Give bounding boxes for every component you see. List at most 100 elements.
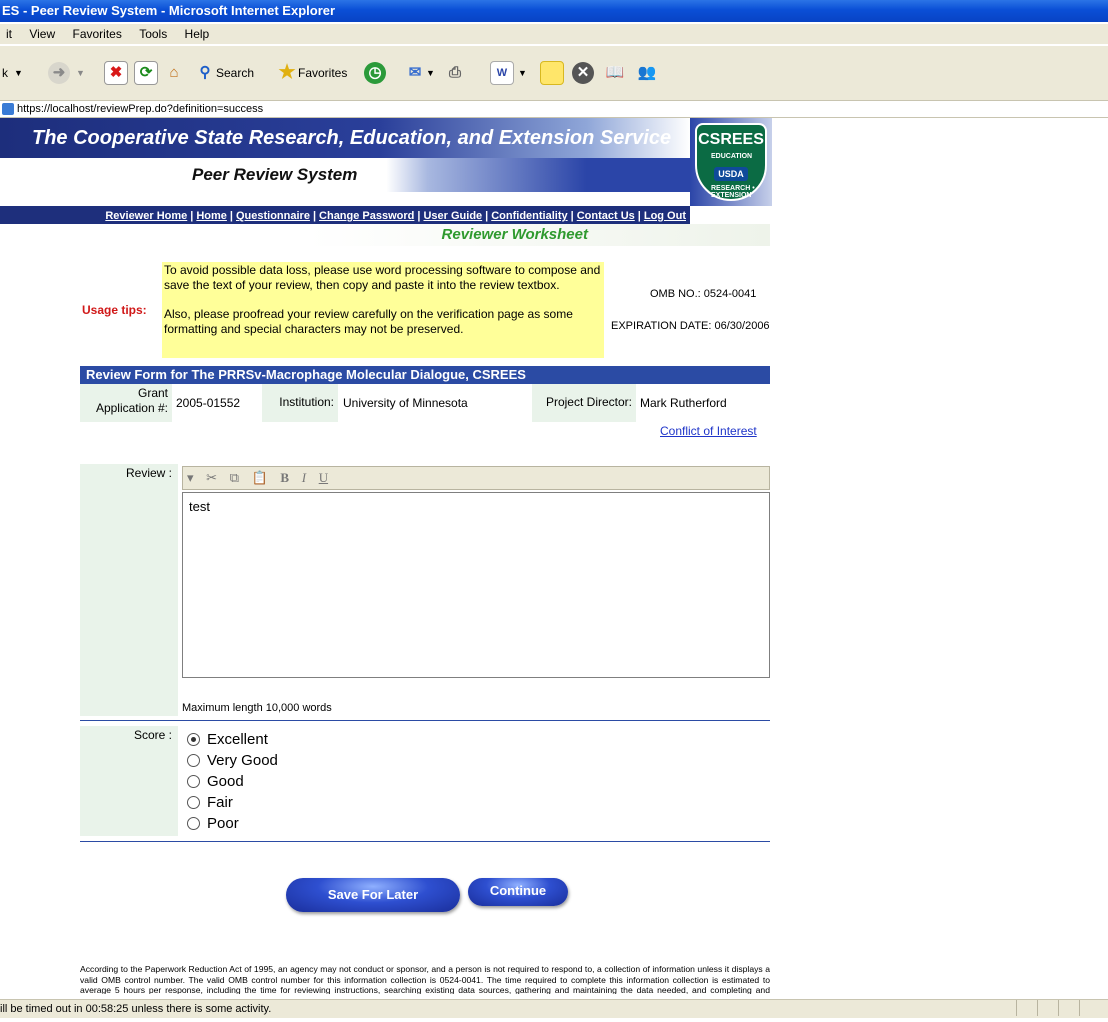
copy-icon[interactable]: ⧉ bbox=[230, 470, 239, 485]
print-button[interactable]: ⎙ bbox=[444, 60, 466, 86]
menu-edit[interactable]: it bbox=[6, 27, 12, 41]
research-button[interactable]: 📖 bbox=[604, 60, 626, 86]
status-panes bbox=[1016, 1000, 1108, 1018]
favorites-button[interactable]: ★ Favorites bbox=[276, 60, 347, 86]
menu-view[interactable]: View bbox=[29, 27, 55, 41]
mail-button[interactable]: ✉ ▼ bbox=[404, 60, 435, 86]
radio-button[interactable] bbox=[187, 775, 200, 788]
blocker-button[interactable]: ✕ bbox=[572, 60, 594, 86]
format-dropdown-icon[interactable]: ▾ bbox=[187, 470, 194, 485]
search-label: Search bbox=[216, 66, 255, 80]
nav-separator: | bbox=[570, 210, 574, 222]
messenger-icon: 👥 bbox=[637, 64, 657, 81]
grant-value: 2005-01552 bbox=[176, 396, 241, 410]
stop-icon: ✖ bbox=[104, 61, 128, 85]
divider bbox=[80, 720, 770, 721]
edit-button[interactable]: W ▼ bbox=[490, 60, 527, 86]
chevron-down-icon: ▼ bbox=[426, 68, 435, 78]
review-textarea[interactable]: test bbox=[182, 492, 770, 678]
notes-button[interactable] bbox=[540, 60, 564, 86]
page-title: Reviewer Worksheet bbox=[441, 226, 588, 243]
score-option-fair[interactable]: Fair bbox=[187, 792, 233, 813]
nav-reviewer-home[interactable]: Reviewer Home bbox=[105, 210, 187, 222]
score-option-label: Poor bbox=[207, 815, 239, 832]
usage-tip-1: To avoid possible data loss, please use … bbox=[164, 263, 601, 292]
project-director-label: Project Director: bbox=[532, 384, 636, 422]
institution-value: University of Minnesota bbox=[343, 396, 468, 410]
menu-bar: it View Favorites Tools Help bbox=[0, 24, 1108, 44]
bold-icon[interactable]: B bbox=[280, 470, 289, 485]
page-title-bar: Reviewer Worksheet bbox=[0, 224, 770, 246]
history-button[interactable]: ◷ bbox=[364, 60, 386, 86]
review-label: Review : bbox=[80, 464, 178, 716]
block-icon: ✕ bbox=[572, 62, 594, 84]
paste-icon[interactable]: 📋 bbox=[252, 470, 268, 485]
project-director-value: Mark Rutherford bbox=[640, 396, 727, 410]
history-icon: ◷ bbox=[364, 62, 386, 84]
radio-button[interactable] bbox=[187, 817, 200, 830]
word-icon: W bbox=[490, 61, 514, 85]
usage-tip-2: Also, please proofread your review caref… bbox=[164, 307, 573, 336]
chevron-down-icon: ▼ bbox=[14, 68, 23, 78]
omb-number: OMB NO.: 0524-0041 bbox=[650, 288, 757, 300]
score-option-excellent[interactable]: Excellent bbox=[187, 729, 268, 750]
home-button[interactable]: ⌂ bbox=[163, 60, 185, 86]
address-bar[interactable]: https://localhost/reviewPrep.do?definiti… bbox=[0, 101, 1108, 118]
continue-button[interactable]: Continue bbox=[468, 878, 568, 906]
radio-button[interactable] bbox=[187, 733, 200, 746]
menu-tools[interactable]: Tools bbox=[139, 27, 167, 41]
nav-change-password[interactable]: Change Password bbox=[319, 210, 414, 222]
usage-tips-label: Usage tips: bbox=[82, 303, 147, 317]
radio-button[interactable] bbox=[187, 754, 200, 767]
page-icon bbox=[2, 103, 14, 115]
score-option-good[interactable]: Good bbox=[187, 771, 244, 792]
star-icon: ★ bbox=[278, 62, 296, 83]
status-bar: ill be timed out in 00:58:25 unless ther… bbox=[0, 999, 1108, 1018]
nav-separator: | bbox=[229, 210, 233, 222]
score-option-label: Excellent bbox=[207, 731, 268, 748]
refresh-button[interactable]: ⟳ bbox=[134, 60, 158, 86]
address-url[interactable]: https://localhost/reviewPrep.do?definiti… bbox=[17, 103, 263, 115]
conflict-of-interest-link[interactable]: Conflict of Interest bbox=[660, 424, 757, 438]
institution-label: Institution: bbox=[262, 384, 338, 422]
system-banner: Peer Review System bbox=[0, 158, 690, 192]
nav-questionnaire[interactable]: Questionnaire bbox=[236, 210, 310, 222]
usage-tips-box: To avoid possible data loss, please use … bbox=[162, 262, 604, 358]
menu-favorites[interactable]: Favorites bbox=[72, 27, 121, 41]
save-for-later-button[interactable]: Save For Later bbox=[286, 878, 460, 912]
status-text: ill be timed out in 00:58:25 unless ther… bbox=[0, 1003, 272, 1015]
nav-contact-us[interactable]: Contact Us bbox=[577, 210, 635, 222]
score-option-very-good[interactable]: Very Good bbox=[187, 750, 278, 771]
logo-ring-top: EDUCATION bbox=[711, 153, 753, 160]
nav-separator: | bbox=[190, 210, 194, 222]
back-label: k bbox=[2, 66, 8, 80]
menu-help[interactable]: Help bbox=[185, 27, 210, 41]
grant-label: Grant Application #: bbox=[80, 384, 172, 422]
score-label: Score : bbox=[80, 726, 178, 836]
max-length-note: Maximum length 10,000 words bbox=[182, 702, 332, 714]
nav-log-out[interactable]: Log Out bbox=[644, 210, 686, 222]
italic-icon[interactable]: I bbox=[302, 470, 306, 485]
refresh-icon: ⟳ bbox=[134, 61, 158, 85]
chevron-down-icon: ▼ bbox=[518, 68, 527, 78]
chevron-down-icon: ▼ bbox=[76, 68, 85, 78]
browser-toolbar: k ▼ ➜ ▼ ✖ ⟳ ⌂ ⚲ Search ★ Favorites ◷ ✉ ▼… bbox=[0, 46, 1108, 101]
csrees-logo: CSREES EDUCATION USDA RESEARCH • EXTENSI… bbox=[690, 118, 772, 206]
score-option-label: Very Good bbox=[207, 752, 278, 769]
expiration-date: EXPIRATION DATE: 06/30/2006 bbox=[611, 320, 770, 332]
search-button[interactable]: ⚲ Search bbox=[194, 60, 255, 86]
back-button[interactable]: k ▼ bbox=[2, 60, 23, 86]
nav-user-guide[interactable]: User Guide bbox=[423, 210, 482, 222]
radio-button[interactable] bbox=[187, 796, 200, 809]
nav-home[interactable]: Home bbox=[196, 210, 227, 222]
nav-separator: | bbox=[637, 210, 641, 222]
stop-button[interactable]: ✖ bbox=[104, 60, 128, 86]
forward-arrow-icon: ➜ bbox=[48, 62, 70, 84]
messenger-button[interactable]: 👥 bbox=[636, 60, 658, 86]
cut-icon[interactable]: ✂ bbox=[206, 470, 217, 485]
score-option-poor[interactable]: Poor bbox=[187, 813, 239, 834]
nav-confidentiality[interactable]: Confidentiality bbox=[491, 210, 567, 222]
underline-icon[interactable]: U bbox=[319, 470, 328, 485]
forward-button[interactable]: ➜ ▼ bbox=[48, 60, 85, 86]
score-option-label: Good bbox=[207, 773, 244, 790]
